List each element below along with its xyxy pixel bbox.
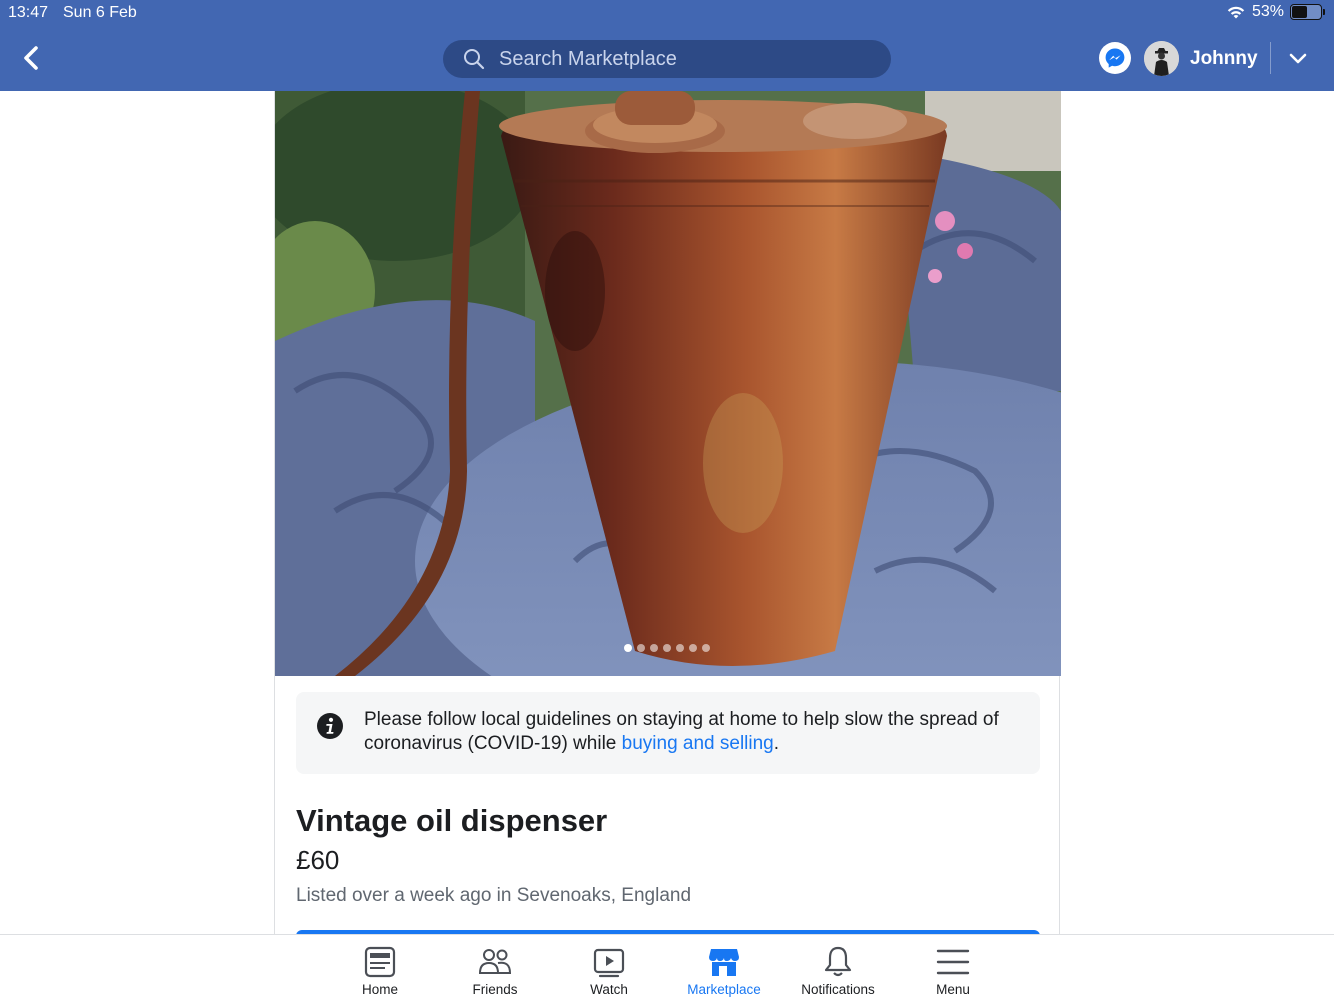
status-time: 13:47 [8,4,49,21]
tab-watch[interactable]: Watch [554,935,664,1001]
profile-photo [1144,41,1179,76]
pager-dot[interactable] [689,644,697,652]
bell-icon [824,946,852,977]
avatar[interactable] [1144,41,1179,76]
buying-selling-link[interactable]: buying and selling [622,733,774,754]
tab-marketplace[interactable]: Marketplace [669,935,779,1001]
pager-dot[interactable] [650,644,658,652]
notice-text: Please follow local guidelines on stayin… [364,708,1024,756]
search-icon [464,49,485,70]
top-bar: 13:47 Sun 6 Feb 53% Search Marketplace J… [0,0,1334,91]
tab-home[interactable]: Home [325,935,435,1001]
marketplace-icon [709,949,739,976]
wifi-icon [1227,6,1245,19]
tab-label: Notifications [801,982,875,997]
pager-dot[interactable] [637,644,645,652]
tab-label: Watch [590,982,628,997]
listing-photo[interactable] [275,91,1061,676]
oil-dispenser-photo [275,91,1061,676]
friends-icon [478,949,512,974]
listing-title: Vintage oil dispenser [296,803,608,838]
status-indicators: 53% [1226,3,1325,21]
tab-notifications[interactable]: Notifications [783,935,893,1001]
tab-label: Friends [472,982,518,997]
chevron-down-icon [1289,53,1307,64]
pager-dot[interactable] [676,644,684,652]
listing-card: Please follow local guidelines on stayin… [274,91,1061,938]
watch-icon [593,948,625,978]
tab-label: Menu [936,982,970,997]
covid-notice: Please follow local guidelines on stayin… [296,692,1040,774]
messenger-icon [1105,48,1125,68]
tab-friends[interactable]: Friends [440,935,550,1001]
chevron-left-icon [24,46,38,70]
messenger-button[interactable] [1099,42,1131,74]
account-menu-button[interactable] [1284,44,1312,72]
listing-meta: Listed over a week ago in Sevenoaks, Eng… [296,885,692,906]
header-divider [1270,42,1271,74]
tab-menu[interactable]: Menu [898,935,1008,1001]
notice-end: . [773,733,780,754]
battery-icon [1290,4,1325,20]
tab-label: Marketplace [687,982,761,997]
pager-dot[interactable] [624,644,632,652]
search-bar[interactable] [443,40,891,78]
home-icon [364,946,396,978]
info-icon [317,713,343,739]
back-button[interactable] [14,40,48,76]
search-input[interactable] [499,47,859,71]
battery-percent: 53% [1251,3,1284,20]
battery-level [1292,6,1307,18]
status-date: Sun 6 Feb [63,4,137,21]
user-name[interactable]: Johnny [1190,48,1258,70]
menu-icon [936,949,970,975]
image-pager[interactable] [624,644,710,652]
pager-dot[interactable] [702,644,710,652]
listing-price: £60 [296,845,340,875]
tab-label: Home [361,982,398,997]
pager-dot[interactable] [663,644,671,652]
bottom-tab-bar: Home Friends Watch Marketplace Notificat… [0,934,1334,1000]
